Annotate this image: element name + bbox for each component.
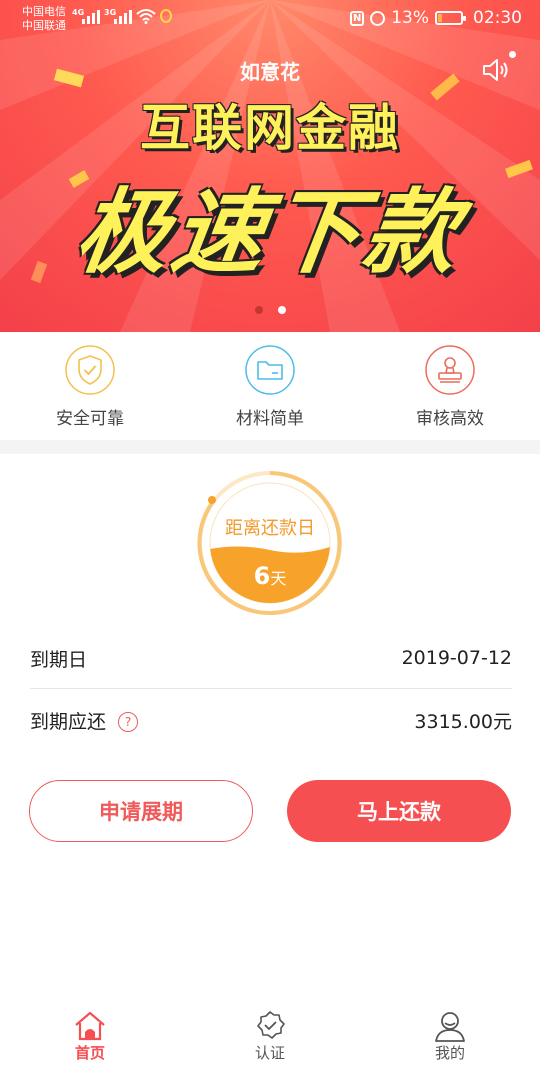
feature-row: 安全可靠 材料简单 审核高效: [0, 332, 540, 440]
carousel-indicator-1[interactable]: [255, 306, 263, 314]
bottom-tab-bar: 首页 认证 我的: [0, 1000, 540, 1080]
page-title: 如意花: [240, 60, 300, 84]
clock: 02:30: [473, 8, 522, 28]
carrier-names: 中国电信 中国联通: [22, 5, 66, 33]
wifi-icon: [136, 9, 156, 24]
signal-icon: [114, 8, 132, 24]
due-amount-label-group: 到期应还?: [30, 707, 139, 734]
tab-label: 我的: [434, 1044, 465, 1062]
banner-slogan-line2: 极速下款: [69, 179, 469, 286]
due-amount-value: 3315.00元: [414, 710, 512, 733]
countdown-label: 距离还款日: [225, 518, 315, 539]
extend-loan-button[interactable]: 申请展期: [29, 780, 253, 842]
feature-label: 安全可靠: [56, 409, 124, 429]
feature-label: 材料简单: [236, 409, 304, 429]
section-divider: [0, 440, 540, 454]
feature-item-efficient: 审核高效: [360, 332, 540, 440]
alarm-icon: [370, 10, 386, 26]
repayment-countdown: 距离还款日 6天: [197, 470, 343, 616]
tab-label: 首页: [74, 1044, 105, 1062]
signal-icon: [82, 8, 100, 24]
row-divider: [30, 688, 512, 689]
due-amount-label: 到期应还: [30, 710, 107, 733]
user-icon: [435, 1012, 465, 1042]
repay-now-button[interactable]: 马上还款: [287, 780, 511, 842]
promo-banner[interactable]: 中国电信 中国联通 4G 3G N 13% 02:30 如意花 互联网金融 极速…: [0, 0, 540, 332]
speaker-icon[interactable]: [480, 56, 512, 84]
due-amount-row: 到期应还? 3315.00元: [30, 690, 512, 750]
countdown-unit: 天: [270, 569, 287, 588]
feature-item-simple: 材料简单: [180, 332, 360, 440]
battery-icon: [435, 11, 466, 25]
due-date-row: 到期日 2019-07-12: [30, 628, 512, 688]
battery-percent: 13%: [391, 8, 429, 28]
folder-icon: [245, 345, 295, 395]
banner-slogan-line1: 互联网金融: [140, 99, 400, 157]
carousel-indicator-2[interactable]: [278, 306, 286, 314]
tab-profile[interactable]: 我的: [360, 1000, 540, 1080]
carrier-2: 中国联通: [22, 19, 66, 32]
tab-verify[interactable]: 认证: [180, 1000, 360, 1080]
verified-badge-icon: [257, 1011, 285, 1039]
help-icon[interactable]: ?: [118, 712, 139, 732]
feature-label: 审核高效: [416, 409, 484, 429]
countdown-value: 6天: [197, 562, 343, 590]
due-date-label: 到期日: [30, 648, 88, 671]
shield-check-icon: [65, 345, 115, 395]
countdown-ring: [197, 471, 342, 615]
stamp-icon: [425, 345, 475, 395]
home-icon: [75, 1011, 105, 1041]
tab-label: 认证: [254, 1044, 285, 1062]
feature-item-safe: 安全可靠: [0, 332, 180, 440]
nfc-icon: N: [350, 10, 365, 26]
tab-home[interactable]: 首页: [0, 1000, 180, 1080]
status-bar: 中国电信 中国联通 4G 3G N 13% 02:30: [0, 0, 540, 36]
carrier-1: 中国电信: [22, 5, 66, 18]
status-right: N 13% 02:30: [350, 8, 522, 28]
notification-icon: [160, 9, 172, 23]
countdown-days: 6: [253, 562, 271, 590]
due-date-value: 2019-07-12: [401, 647, 512, 669]
